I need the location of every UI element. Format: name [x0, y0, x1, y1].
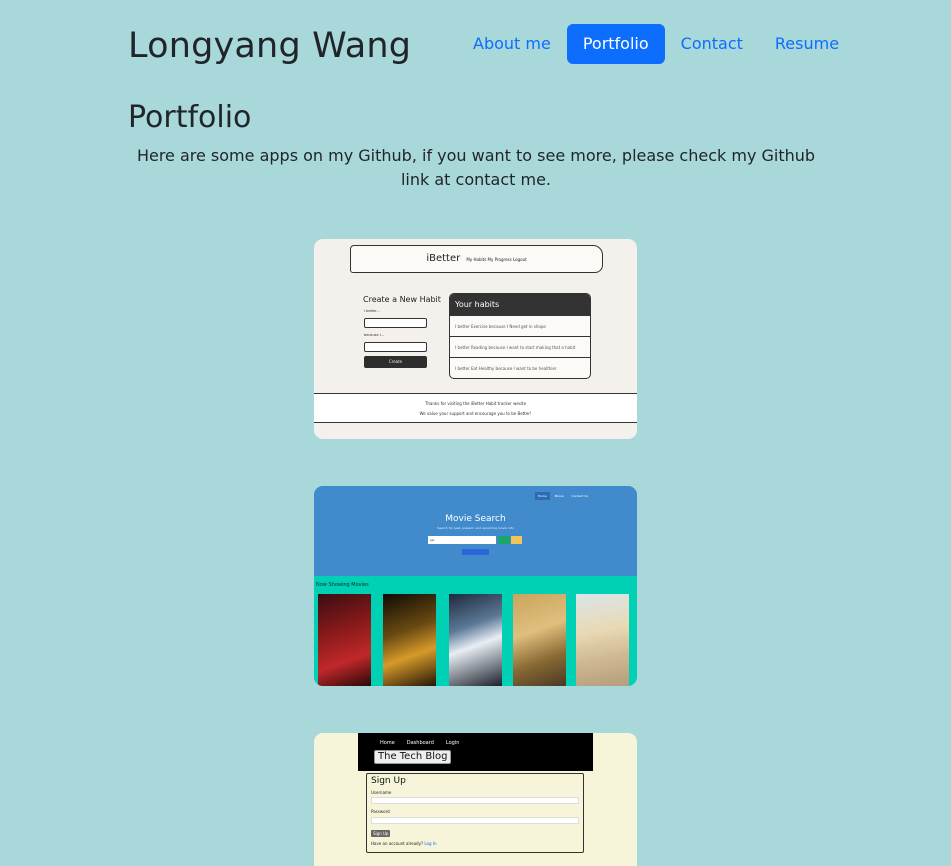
tech-blog-nav: Home Dashboard Login — [380, 740, 459, 746]
main-nav: About me Portfolio Contact Resume — [457, 24, 855, 64]
ibetter-label-because: because I... — [364, 333, 385, 337]
nav-contact[interactable]: Contact — [665, 24, 759, 64]
movie-search-subtitle: Search for past, present, and upcoming m… — [437, 526, 514, 530]
tech-blog-nav-home: Home — [380, 740, 395, 746]
movie-search-button — [498, 536, 510, 544]
ibetter-header: iBetter My Habits My Progress Logout — [350, 245, 603, 273]
now-showing-title: Now Showing Movies — [316, 582, 369, 588]
movie-poster — [513, 594, 566, 686]
signup-button: Sign Up — [371, 830, 391, 837]
movie-search-input: spi — [428, 536, 496, 544]
movie-nav-contact: Contact Us — [571, 494, 588, 498]
movie-nav-movie: Movie — [554, 494, 564, 498]
ibetter-habit-item: I better Exercise because I Need get in … — [450, 316, 590, 337]
tech-blog-nav-dashboard: Dashboard — [406, 740, 434, 746]
ibetter-create-title: Create a New Habit — [363, 295, 441, 304]
tech-blog-nav-login: Login — [445, 740, 460, 746]
username-label: Username — [371, 790, 392, 795]
movie-poster — [449, 594, 502, 686]
ibetter-nav: My Habits My Progress Logout — [466, 257, 527, 262]
movie-poster — [576, 594, 629, 686]
movie-search-nav: Home Movie Contact Us — [534, 492, 591, 500]
password-field — [371, 817, 579, 824]
movie-nav-home: Home — [534, 492, 550, 500]
ibetter-because-field — [364, 342, 427, 352]
project-tech-blog-screenshot[interactable]: Home Dashboard Login The Tech Blog Sign … — [314, 733, 637, 866]
ibetter-habits-panel: Your habits I better Exercise because I … — [449, 293, 591, 379]
ibetter-better-field — [364, 318, 427, 328]
ibetter-footer-line2: We value your support and encourage you … — [419, 411, 532, 416]
project-movie-search-screenshot[interactable]: Home Movie Contact Us Movie Search Searc… — [314, 486, 637, 686]
site-title: Longyang Wang — [128, 26, 412, 66]
tech-blog-title: The Tech Blog — [374, 750, 452, 764]
ibetter-habit-item: I better Reading because I want to start… — [450, 337, 590, 358]
nav-resume[interactable]: Resume — [759, 24, 855, 64]
ibetter-create-button: Create — [364, 356, 427, 368]
username-field — [371, 797, 579, 804]
nav-portfolio[interactable]: Portfolio — [566, 24, 665, 64]
login-link: Log In — [424, 841, 437, 846]
signup-title: Sign Up — [371, 776, 406, 786]
ibetter-habit-item: I better Eat Healthy because I want to b… — [455, 366, 557, 371]
intro-text: Here are some apps on my Github, if you … — [136, 146, 816, 189]
ibetter-footer: Thanks for visiting the iBetter Habit tr… — [314, 393, 637, 423]
ibetter-logo: iBetter — [426, 253, 461, 264]
movie-clear-button — [511, 536, 522, 544]
movie-poster — [383, 594, 436, 686]
page-title: Portfolio — [128, 100, 252, 135]
ibetter-footer-line1: Thanks for visiting the iBetter Habit tr… — [424, 401, 527, 406]
movie-search-hero: Home Movie Contact Us Movie Search Searc… — [314, 486, 637, 576]
movie-poster — [318, 594, 371, 686]
login-note-text: Have an account already? — [371, 841, 424, 846]
project-ibetter-screenshot[interactable]: iBetter My Habits My Progress Logout Cre… — [314, 239, 637, 439]
tech-blog-header: Home Dashboard Login The Tech Blog — [358, 733, 593, 771]
password-label: Password — [371, 809, 390, 814]
ibetter-habits-title: Your habits — [450, 294, 590, 316]
movie-history-button — [462, 549, 489, 555]
movie-search-title: Movie Search — [445, 514, 506, 524]
login-note: Have an account already? Log In — [371, 841, 437, 846]
nav-about-me[interactable]: About me — [457, 24, 567, 64]
ibetter-label-better: I better... — [364, 309, 380, 313]
tech-blog-signup-form: Sign Up Username Password Sign Up Have a… — [366, 773, 584, 853]
